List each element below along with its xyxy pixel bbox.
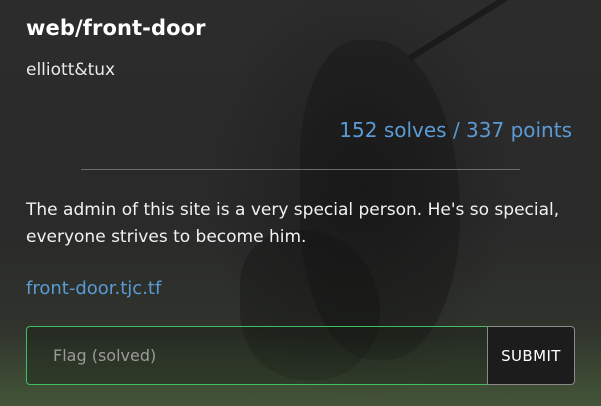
- divider: [81, 169, 520, 170]
- flag-form: SUBMIT: [26, 326, 575, 385]
- challenge-link[interactable]: front-door.tjc.tf: [26, 278, 161, 299]
- challenge-author: elliott&tux: [26, 60, 116, 80]
- challenge-stats: 152 solves / 337 points: [339, 118, 572, 142]
- submit-button[interactable]: SUBMIT: [487, 326, 575, 385]
- challenge-card: web/front-door elliott&tux 152 solves / …: [0, 0, 601, 406]
- challenge-description: The admin of this site is a very special…: [26, 200, 560, 247]
- flag-input[interactable]: [26, 326, 487, 385]
- challenge-title: web/front-door: [26, 16, 206, 40]
